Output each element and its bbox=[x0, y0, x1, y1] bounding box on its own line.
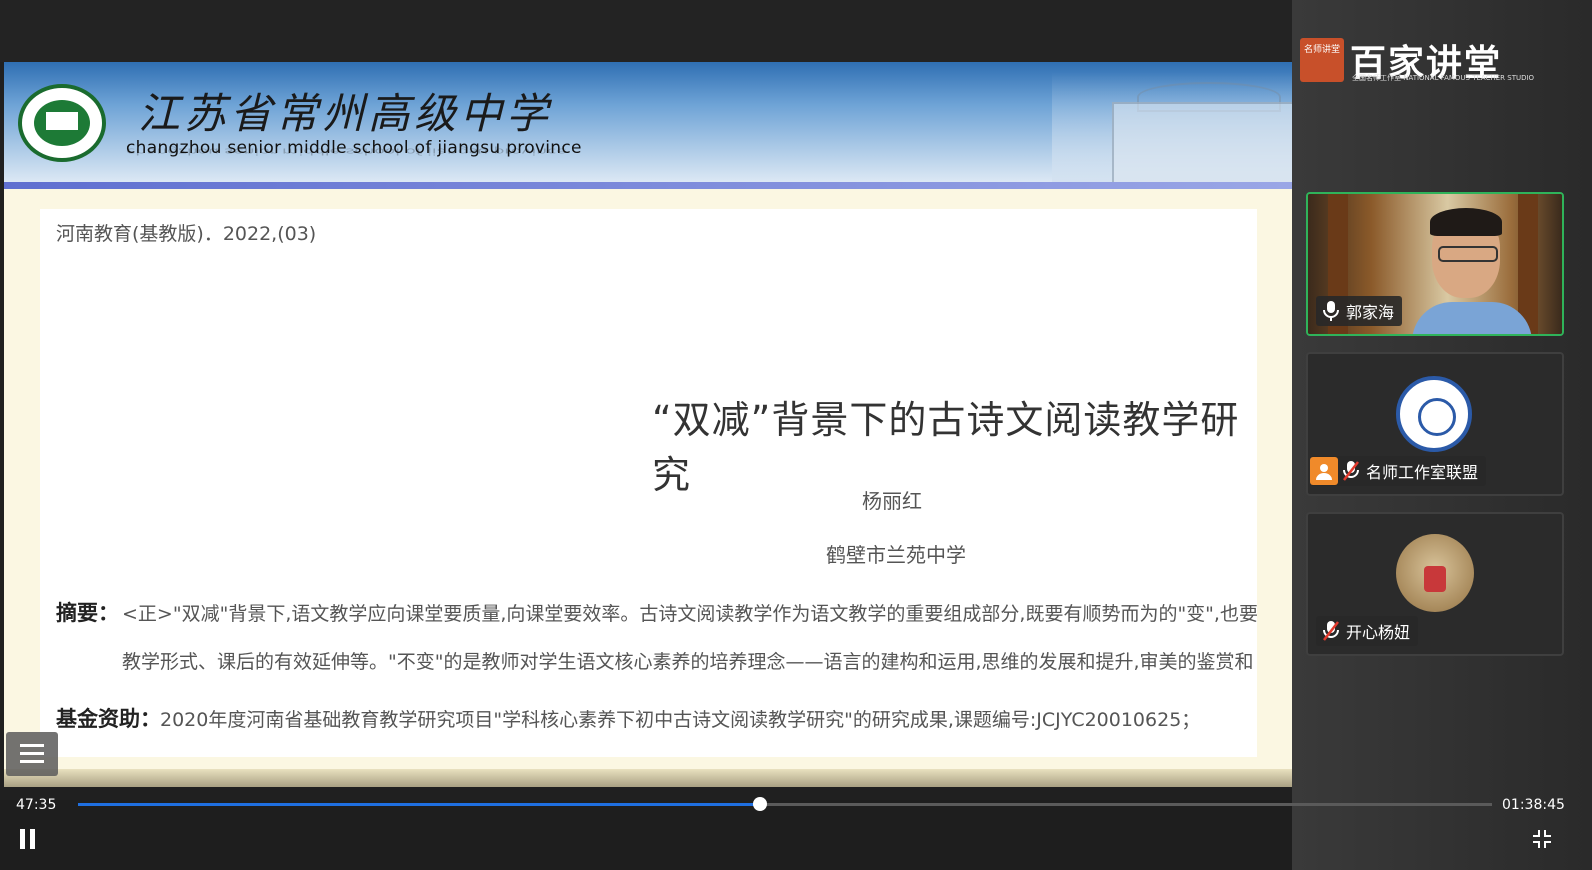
abstract-label: 摘要： bbox=[56, 601, 119, 625]
participant-tile-3[interactable]: 开心杨妞 bbox=[1306, 512, 1564, 656]
participant-name-box: 开心杨妞 bbox=[1316, 616, 1419, 646]
school-name-en-reflection: changzhou senior middle school of jiangs… bbox=[126, 146, 567, 156]
paper-affiliation: 鹤壁市兰苑中学 bbox=[826, 543, 966, 567]
school-logo bbox=[18, 84, 106, 162]
abstract-text-line2: 教学形式、课后的有效延伸等。"不变"的是教师对学生语文核心素养的培养理念——语言… bbox=[122, 651, 1254, 673]
user-avatar-icon bbox=[1310, 457, 1338, 485]
exit-fullscreen-icon[interactable] bbox=[1530, 827, 1554, 851]
school-name-cn: 江苏省常州高级中学 bbox=[138, 89, 553, 138]
participant-avatar bbox=[1396, 534, 1474, 612]
brand-subtitle: 全国名师工作室 NATIONAL FAMOUS TEACHER STUDIO bbox=[1352, 74, 1535, 82]
participant-name: 开心杨妞 bbox=[1346, 623, 1411, 642]
slide-body: 河南教育(基教版)．2022,(03) “双减”背景下的古诗文阅读教学研究 杨丽… bbox=[4, 189, 1292, 787]
paper-title: “双减”背景下的古诗文阅读教学研究 bbox=[652, 398, 1240, 497]
participant-name-box: 名师工作室联盟 bbox=[1310, 456, 1487, 486]
total-time: 01:38:45 bbox=[1502, 797, 1565, 813]
microphone-icon bbox=[1322, 300, 1340, 322]
fund-label: 基金资助： bbox=[56, 707, 161, 731]
participant-name: 郭家海 bbox=[1346, 303, 1395, 322]
paper-screenshot: 河南教育(基教版)．2022,(03) “双减”背景下的古诗文阅读教学研究 杨丽… bbox=[40, 209, 1257, 757]
abstract-text-line1: <正>"双减"背景下,语文教学应向课堂要质量,向课堂要效率。古诗文阅读教学作为语… bbox=[122, 603, 1257, 625]
player-controls: 47:35 01:38:45 bbox=[0, 787, 1592, 870]
school-banner: 江苏省常州高级中学 changzhou senior middle school… bbox=[4, 62, 1312, 184]
participant-tile-2[interactable]: 名师工作室联盟 bbox=[1306, 352, 1564, 496]
slide-top-margin bbox=[0, 0, 1312, 62]
progress-fill bbox=[78, 803, 760, 806]
current-time: 47:35 bbox=[16, 797, 57, 813]
brand-logo: 名师讲堂 百家讲堂 全国名师工作室 NATIONAL FAMOUS TEACHE… bbox=[1300, 38, 1590, 88]
progress-thumb[interactable] bbox=[752, 797, 767, 811]
list-menu-icon[interactable] bbox=[6, 732, 58, 776]
progress-bar[interactable] bbox=[78, 797, 1492, 811]
participant-name-box: 郭家海 bbox=[1316, 296, 1403, 326]
banner-divider bbox=[4, 182, 1292, 189]
microphone-muted-icon bbox=[1322, 620, 1340, 642]
slide-bottom-strip bbox=[4, 769, 1292, 787]
pause-icon[interactable] bbox=[18, 829, 38, 851]
shared-screen: 江苏省常州高级中学 changzhou senior middle school… bbox=[0, 0, 1312, 800]
brand-seal-icon: 名师讲堂 bbox=[1300, 38, 1344, 82]
school-building-image bbox=[1052, 72, 1312, 184]
microphone-muted-icon bbox=[1342, 460, 1360, 482]
fund-text: 2020年度河南省基础教育教学研究项目"学科核心素养下初中古诗文阅读教学研究"的… bbox=[160, 709, 1201, 731]
participant-name: 名师工作室联盟 bbox=[1366, 463, 1479, 482]
participant-tile-1[interactable]: 郭家海 bbox=[1306, 192, 1564, 336]
paper-author: 杨丽红 bbox=[862, 489, 922, 513]
journal-citation: 河南教育(基教版)．2022,(03) bbox=[56, 223, 317, 245]
organization-logo bbox=[1396, 376, 1472, 452]
